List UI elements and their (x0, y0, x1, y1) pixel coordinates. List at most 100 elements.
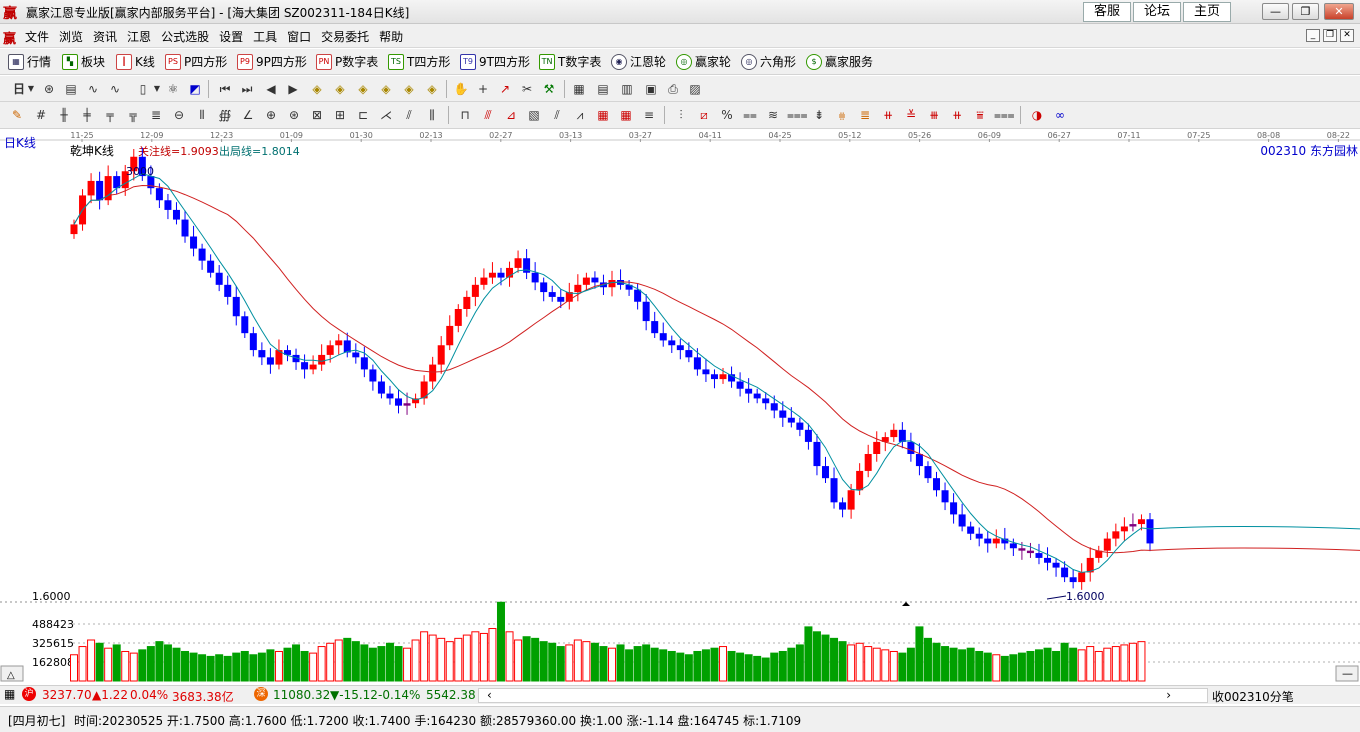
maximize-button[interactable]: ❐ (1292, 3, 1319, 20)
fan-icon[interactable]: ⊿ (502, 107, 520, 123)
quotes-button[interactable]: ▦ 行情 (8, 53, 51, 70)
color-chart-icon[interactable]: ◩ (186, 81, 204, 97)
wave-cycle-icon[interactable]: ∰ (216, 107, 234, 123)
last-icon[interactable]: ⏭ (238, 81, 256, 97)
hexagon-button[interactable]: ◎ 六角形 (741, 53, 796, 70)
circle-icon[interactable]: ⊖ (170, 107, 188, 123)
bracket-icon[interactable]: ⊏ (354, 107, 372, 123)
close-button[interactable]: ✕ (1324, 3, 1354, 20)
grid-icon[interactable]: ▦ (4, 687, 15, 701)
9t-square-button[interactable]: T9 9T四方形 (460, 53, 530, 70)
cut-line-icon[interactable]: ⧄ (695, 107, 713, 123)
menu-window[interactable]: 窗口 (287, 28, 311, 45)
diamond2-icon[interactable]: ◈ (331, 81, 349, 97)
ticker-scrollbar[interactable]: ‹ › (478, 688, 1208, 703)
channel-icon[interactable]: ⫽ (400, 107, 418, 123)
p-square-button[interactable]: PS P四方形 (165, 53, 227, 70)
level6-icon[interactable]: ⧺ (879, 107, 897, 123)
formula-icon[interactable]: ⚛ (164, 81, 182, 97)
percent-icon[interactable]: % (718, 107, 736, 123)
zigzag-icon[interactable]: ⩘ (571, 107, 589, 123)
t-square-button[interactable]: TS T四方形 (388, 53, 450, 70)
level11-icon[interactable]: ⩶ (994, 107, 1015, 123)
diamond3-icon[interactable]: ◈ (354, 81, 372, 97)
winner-service-button[interactable]: $ 赢家服务 (806, 53, 873, 70)
level3-icon[interactable]: ⩶ (787, 107, 808, 123)
save-icon[interactable]: ▣ (642, 81, 660, 97)
winner-wheel-button[interactable]: ◎ 赢家轮 (676, 53, 731, 70)
menu-info[interactable]: 资讯 (93, 28, 117, 45)
arrow-level-icon[interactable]: ⇟ (810, 107, 828, 123)
home-link[interactable]: 主页 (1183, 2, 1231, 22)
level10-icon[interactable]: ⩸ (971, 107, 989, 123)
print-icon[interactable]: ⎙ (664, 81, 682, 97)
mdi-minimize-button[interactable]: _ (1306, 29, 1320, 42)
ladder-icon[interactable]: ⫶ (672, 107, 690, 123)
forum-link[interactable]: 论坛 (1133, 2, 1181, 22)
level-icon[interactable]: ⩵ (741, 107, 759, 123)
right-icon[interactable]: ▶ (284, 81, 302, 97)
calculator-icon[interactable]: ▤ (594, 81, 612, 97)
angle-icon[interactable]: ∠ (239, 107, 257, 123)
trend-icon[interactable]: ⫻ (479, 107, 497, 123)
level9-icon[interactable]: ⧺ (948, 107, 966, 123)
chart-area[interactable]: 11-25 12-09 12-23 01-09 01-30 02-13 02-27 03-13… (0, 129, 1360, 683)
ticks-link[interactable]: 收002310分笔 (1212, 688, 1294, 705)
square-icon[interactable]: ⊠ (308, 107, 326, 123)
menu-settings[interactable]: 设置 (219, 28, 243, 45)
kline-chart[interactable]: 11-25 12-09 12-23 01-09 01-30 02-13 02-27 03-13… (0, 129, 1360, 683)
table-icon[interactable]: ▦ (594, 107, 612, 123)
infinity-icon[interactable]: ∞ (1051, 107, 1069, 123)
time-cycle-icon[interactable]: ⦀ (193, 107, 211, 123)
mdi-close-button[interactable]: ✕ (1340, 29, 1354, 42)
chevron-down-icon[interactable]: ▼ (22, 81, 40, 97)
parallel-icon[interactable]: ⫽ (548, 107, 566, 123)
diamond6-icon[interactable]: ◈ (423, 81, 441, 97)
export-icon[interactable]: ▨ (686, 81, 704, 97)
gann-fan-icon[interactable]: ╫ (55, 107, 73, 123)
wave-icon[interactable]: ∿ (84, 81, 102, 97)
fibonacci-icon[interactable]: ≣ (147, 107, 165, 123)
level2-icon[interactable]: ≋ (764, 107, 782, 123)
first-icon[interactable]: ⏮ (216, 81, 234, 97)
service-link[interactable]: 客服 (1083, 2, 1131, 22)
left-icon[interactable]: ◀ (262, 81, 280, 97)
menu-gann[interactable]: 江恩 (127, 28, 151, 45)
menu-browse[interactable]: 浏览 (59, 28, 83, 45)
menu-tools[interactable]: 工具 (253, 28, 277, 45)
menu-formula[interactable]: 公式选股 (161, 28, 209, 45)
cross-icon[interactable]: ⊞ (331, 107, 349, 123)
gann-grid-icon[interactable]: # (32, 107, 50, 123)
gann-angle-icon[interactable]: ╤ (101, 107, 119, 123)
period-icon[interactable]: ⫼ (423, 107, 441, 123)
t-table-button[interactable]: TN T数字表 (539, 53, 601, 70)
document-icon[interactable]: ▤ (62, 81, 80, 97)
9p-square-button[interactable]: P9 9P四方形 (237, 53, 307, 70)
gann-chart-icon[interactable]: ⊛ (40, 81, 58, 97)
hatch-icon[interactable]: ▧ (525, 107, 543, 123)
gann-ruler-icon[interactable]: ╦ (124, 107, 142, 123)
tool-icon[interactable]: ⚒ (540, 81, 558, 97)
level5-icon[interactable]: ≣ (856, 107, 874, 123)
kline-button[interactable]: ┃ K线 (116, 53, 155, 70)
sectors-button[interactable]: ▚ 板块 (62, 53, 105, 70)
scissors-icon[interactable]: ✂ (518, 81, 536, 97)
speed-line-icon[interactable]: ⋌ (377, 107, 395, 123)
report-icon[interactable]: ▥ (618, 81, 636, 97)
spiral-icon[interactable]: ⊛ (285, 107, 303, 123)
calendar-icon[interactable]: ▦ (570, 81, 588, 97)
hand-icon[interactable]: ✋ (452, 81, 470, 97)
scroll-left-icon[interactable]: ‹ (487, 688, 492, 702)
globe-icon[interactable]: ◑ (1028, 107, 1046, 123)
menu-trade[interactable]: 交易委托 (321, 28, 369, 45)
mdi-restore-button[interactable]: ❐ (1323, 29, 1337, 42)
gann-box-icon[interactable]: ╪ (78, 107, 96, 123)
diamond1-icon[interactable]: ◈ (308, 81, 326, 97)
arc-icon[interactable]: ⊕ (262, 107, 280, 123)
grid2-icon[interactable]: ▦ (617, 107, 635, 123)
diamond4-icon[interactable]: ◈ (377, 81, 395, 97)
minimize-button[interactable]: — (1262, 3, 1289, 20)
gann-wheel-button[interactable]: ◉ 江恩轮 (611, 53, 666, 70)
p-table-button[interactable]: PN P数字表 (316, 53, 378, 70)
draw-line-icon[interactable]: ↗ (496, 81, 514, 97)
